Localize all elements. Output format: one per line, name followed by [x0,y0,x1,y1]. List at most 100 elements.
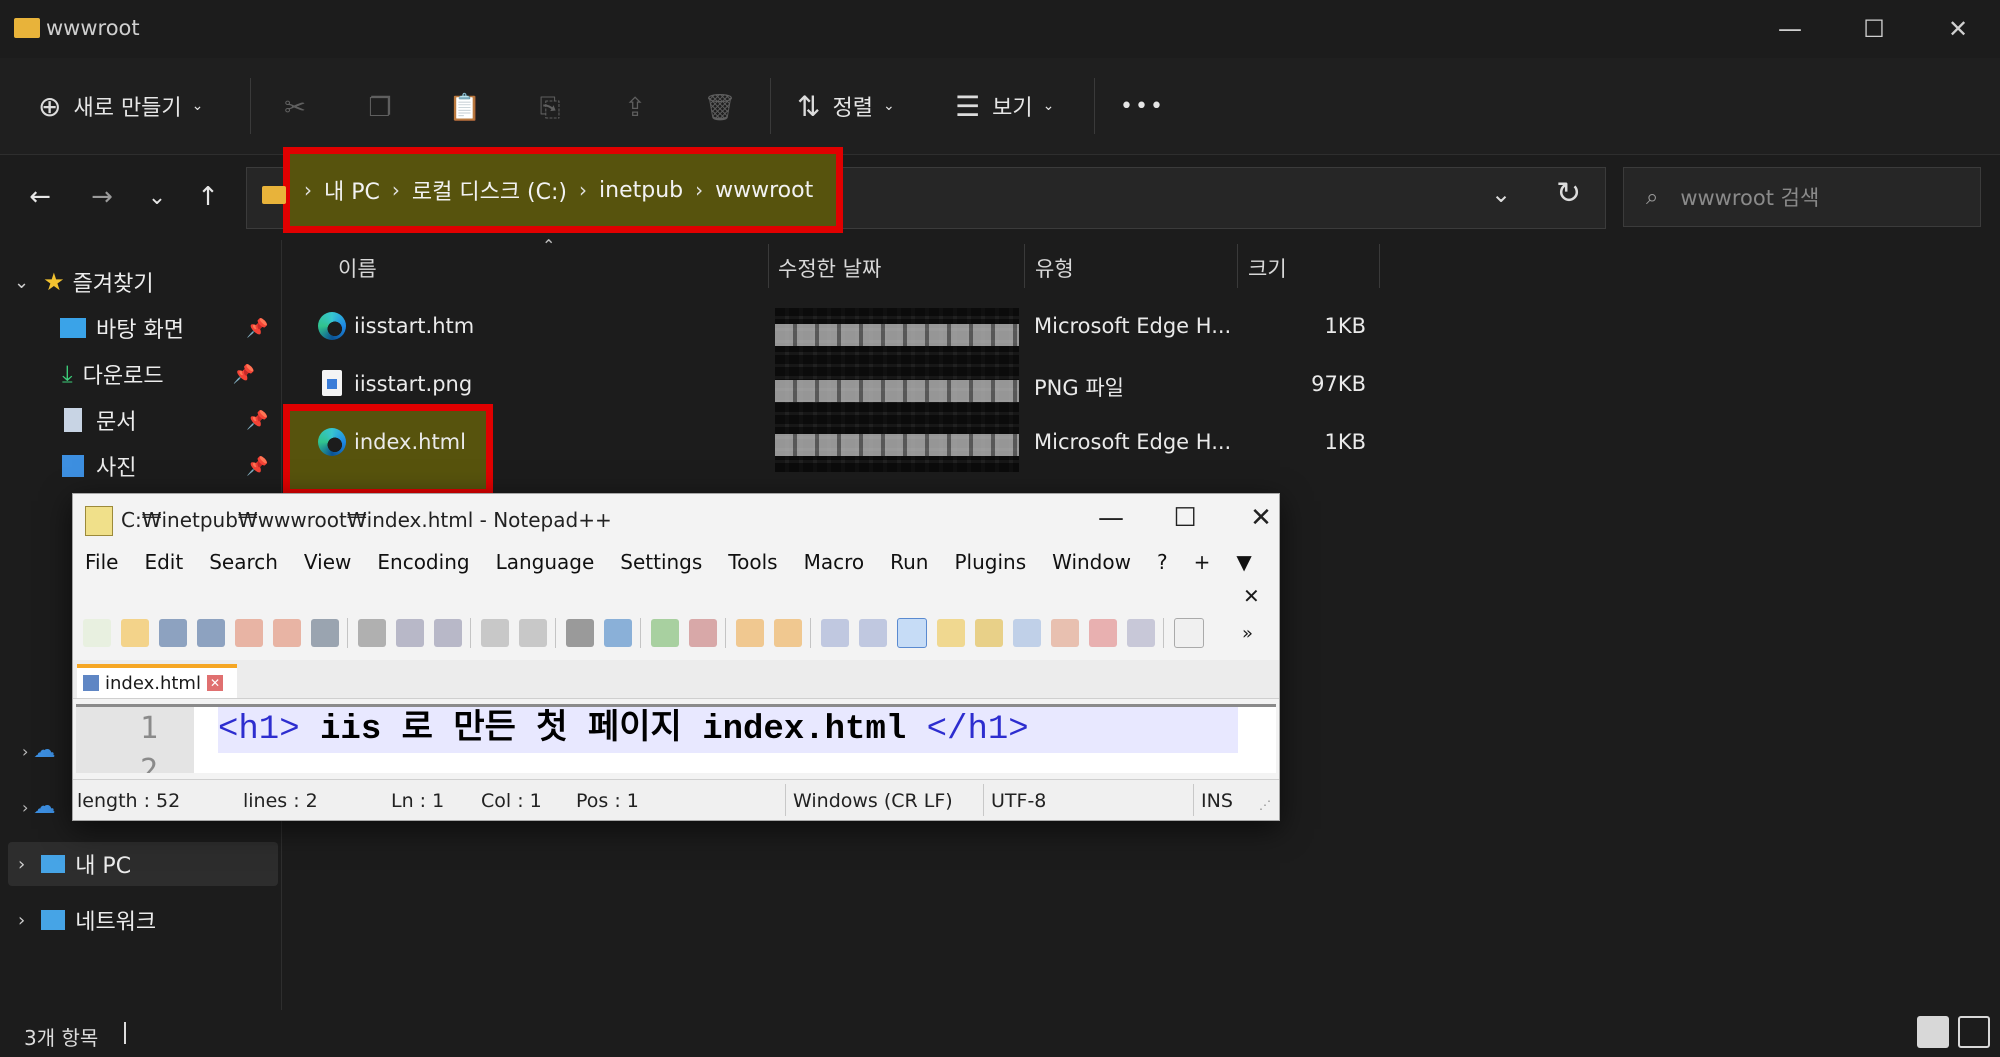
word-wrap-icon[interactable] [821,619,849,647]
zoom-out-icon[interactable] [689,619,717,647]
notepad-maximize-button[interactable]: ☐ [1153,498,1217,538]
breadcrumb-item-this-pc[interactable]: 내 PC [324,174,380,206]
sync-vertical-icon[interactable] [736,619,764,647]
zoom-in-icon[interactable] [651,619,679,647]
sort-button[interactable]: ⇅ 정렬 ⌄ [797,58,895,154]
menu-plugins[interactable]: Plugins [954,550,1026,586]
open-file-icon[interactable] [121,619,149,647]
print-icon[interactable] [311,619,339,647]
share-icon[interactable]: ⇪ [615,88,655,128]
save-icon[interactable] [159,619,187,647]
cut-icon[interactable]: ✂ [275,88,315,128]
tab-close-icon[interactable]: ✕ [206,675,223,691]
recent-chevron-icon[interactable]: ⌄ [135,175,179,219]
pin-icon[interactable]: 📌 [246,410,268,431]
record-macro-icon[interactable] [1174,618,1204,648]
resize-grip-icon[interactable]: ⋰ [1259,798,1271,812]
delete-icon[interactable]: 🗑 [700,88,740,128]
menu-language[interactable]: Language [496,550,595,586]
indent-guide-icon[interactable] [897,618,927,648]
menu-dropdown[interactable]: ▼ [1236,550,1251,586]
function-list-icon[interactable] [1051,619,1079,647]
address-chevron-down-icon[interactable]: ⌄ [1491,180,1511,208]
menu-plus[interactable]: + [1194,550,1211,586]
undo-icon[interactable] [481,619,509,647]
pin-icon[interactable]: 📌 [233,364,255,385]
column-divider[interactable] [768,244,769,288]
sidebar-item-downloads[interactable]: ⤓ 다운로드 📌 [0,352,280,396]
menu-file[interactable]: File [85,550,118,586]
menu-settings[interactable]: Settings [620,550,702,586]
sidebar-item-network[interactable]: › 네트워크 [0,898,280,942]
monitoring-icon[interactable] [1127,619,1155,647]
menu-help[interactable]: ? [1157,550,1168,586]
menu-window[interactable]: Window [1052,550,1131,586]
close-all-icon[interactable] [273,619,301,647]
column-header-name[interactable]: 이름 [338,250,377,286]
tab-index-html[interactable]: index.html ✕ [77,664,237,698]
pin-icon[interactable]: 📌 [246,318,268,339]
rename-icon[interactable]: ⎘ [530,88,570,128]
save-all-icon[interactable] [197,619,225,647]
udl-icon[interactable] [937,619,965,647]
breadcrumb-item-inetpub[interactable]: inetpub [599,178,683,203]
copy-icon[interactable] [396,619,424,647]
column-header-size[interactable]: 크기 [1248,250,1287,286]
menu-encoding[interactable]: Encoding [377,550,469,586]
menu-search[interactable]: Search [209,550,278,586]
forward-arrow-icon[interactable]: → [80,175,124,219]
details-view-icon[interactable] [1917,1016,1949,1048]
overflow-chevron-icon[interactable]: » [1242,623,1253,644]
minimize-button[interactable]: — [1748,0,1832,58]
maximize-button[interactable]: ☐ [1832,0,1916,58]
new-button[interactable]: ⊕ 새로 만들기 ⌄ [38,58,203,154]
more-button[interactable]: ••• [1120,58,1165,154]
new-file-icon[interactable] [83,619,111,647]
breadcrumb-item-wwwroot[interactable]: wwwroot [715,178,813,203]
replace-icon[interactable] [604,619,632,647]
menu-view[interactable]: View [304,550,351,586]
redo-icon[interactable] [519,619,547,647]
column-header-modified[interactable]: 수정한 날짜 [778,250,881,286]
sidebar-item-documents[interactable]: 문서 📌 [0,398,280,442]
sidebar-label: 다운로드 [82,364,164,389]
close-file-icon[interactable] [235,619,263,647]
breadcrumb-item-local-disk[interactable]: 로컬 디스크 (C:) [412,174,567,206]
menu-macro[interactable]: Macro [804,550,865,586]
find-icon[interactable] [566,619,594,647]
close-document-icon[interactable]: ✕ [1243,584,1260,608]
refresh-icon[interactable]: ↻ [1556,176,1581,211]
search-input[interactable]: ⌕ wwwroot 검색 [1623,167,1981,227]
close-button[interactable]: ✕ [1916,0,2000,58]
show-all-chars-icon[interactable] [859,619,887,647]
doc-map-icon[interactable] [975,619,1003,647]
network-icon [41,910,66,930]
paste-icon[interactable] [434,619,462,647]
sidebar-item-desktop[interactable]: 바탕 화면 📌 [0,306,280,350]
notepad-minimize-button[interactable]: — [1079,498,1143,538]
sidebar-item-favorites[interactable]: ⌄ ★ 즐겨찾기 [0,260,280,304]
cut-icon[interactable] [358,619,386,647]
paste-icon[interactable]: 📋 [445,88,485,128]
folder-icon [14,18,40,38]
copy-icon[interactable]: ❐ [360,88,400,128]
column-header-type[interactable]: 유형 [1035,250,1074,286]
menu-edit[interactable]: Edit [144,550,183,586]
sidebar-item-this-pc[interactable]: › 내 PC [8,842,278,886]
up-arrow-icon[interactable]: ↑ [186,175,230,219]
doc-list-icon[interactable] [1013,619,1041,647]
view-button[interactable]: ☰ 보기 ⌄ [955,58,1054,154]
menu-tools[interactable]: Tools [728,550,777,586]
large-icons-view-icon[interactable] [1958,1016,1990,1048]
back-arrow-icon[interactable]: ← [18,175,62,219]
folder-workspace-icon[interactable] [1089,619,1117,647]
notepad-close-button[interactable]: ✕ [1229,498,1293,538]
menu-run[interactable]: Run [890,550,928,586]
editor-area[interactable]: 1 2 <h1> iis 로 만든 첫 페이지 index.html </h1> [76,704,1276,773]
sync-horizontal-icon[interactable] [774,619,802,647]
pin-icon[interactable]: 📌 [246,456,268,477]
column-divider[interactable] [1024,244,1025,288]
column-divider[interactable] [1237,244,1238,288]
column-divider[interactable] [1379,244,1380,288]
sidebar-item-pictures[interactable]: 사진 📌 [0,444,280,488]
